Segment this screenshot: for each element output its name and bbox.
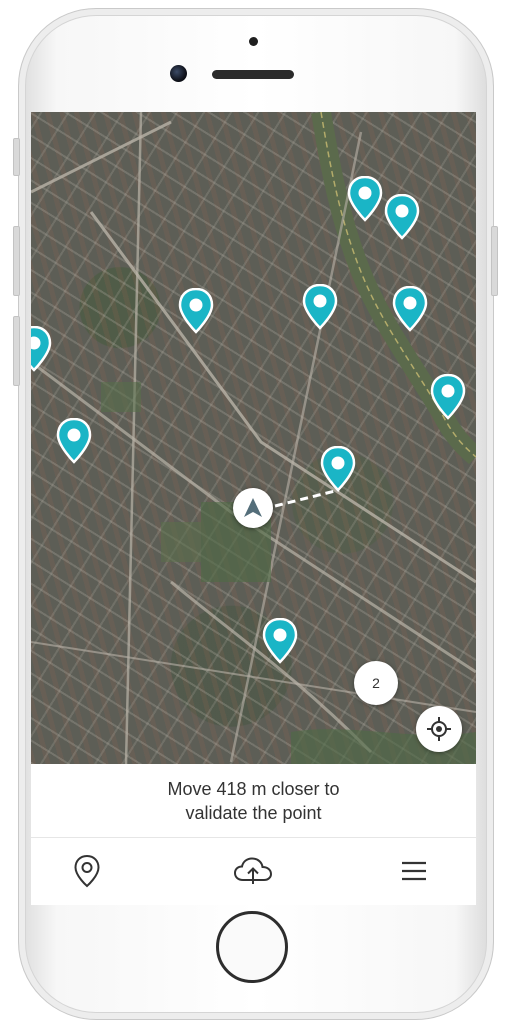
volume-up-button — [13, 226, 20, 296]
map-pin-icon[interactable] — [430, 374, 466, 420]
map-pin-icon — [74, 854, 100, 888]
road — [124, 112, 143, 764]
nav-menu-button[interactable] — [389, 848, 439, 894]
map-pin-icon[interactable] — [56, 418, 92, 464]
road — [170, 580, 373, 754]
park — [101, 382, 141, 412]
front-camera — [170, 65, 187, 82]
earpiece-speaker — [212, 70, 294, 79]
map-pin-icon[interactable] — [384, 194, 420, 240]
crosshair-icon — [427, 717, 451, 741]
satellite-map[interactable]: 2 — [31, 112, 476, 764]
road — [31, 120, 172, 194]
distance-message-line1: Move 418 m closer to — [167, 778, 340, 799]
user-location-indicator — [233, 488, 273, 528]
map-pin-icon[interactable] — [178, 288, 214, 334]
home-button[interactable] — [216, 911, 288, 983]
nav-upload-button[interactable] — [228, 848, 278, 894]
mute-switch — [13, 138, 20, 176]
proximity-sensor — [249, 37, 258, 46]
road — [89, 211, 476, 584]
map-pin-icon[interactable] — [347, 176, 383, 222]
app-screen: 2 Move 418 m closer to validate the poin… — [31, 112, 476, 905]
volume-down-button — [13, 316, 20, 386]
navigation-arrow-icon — [244, 498, 262, 517]
map-pin-icon[interactable] — [392, 286, 428, 332]
power-button — [491, 226, 498, 296]
cluster-count: 2 — [372, 675, 380, 691]
map-pin-icon[interactable] — [31, 326, 52, 372]
distance-message: Move 418 m closer to validate the point — [31, 764, 476, 838]
distance-message-line2: validate the point — [185, 802, 322, 823]
cloud-upload-icon — [233, 857, 273, 884]
map-pin-icon[interactable] — [262, 618, 298, 664]
marker-cluster[interactable]: 2 — [354, 661, 398, 705]
map-pin-icon[interactable] — [320, 446, 356, 492]
hamburger-menu-icon — [402, 861, 426, 881]
park — [161, 522, 201, 562]
bottom-navigation — [31, 838, 476, 905]
nav-points-button[interactable] — [62, 848, 112, 894]
recenter-location-button[interactable] — [416, 706, 462, 752]
map-pin-icon[interactable] — [302, 284, 338, 330]
